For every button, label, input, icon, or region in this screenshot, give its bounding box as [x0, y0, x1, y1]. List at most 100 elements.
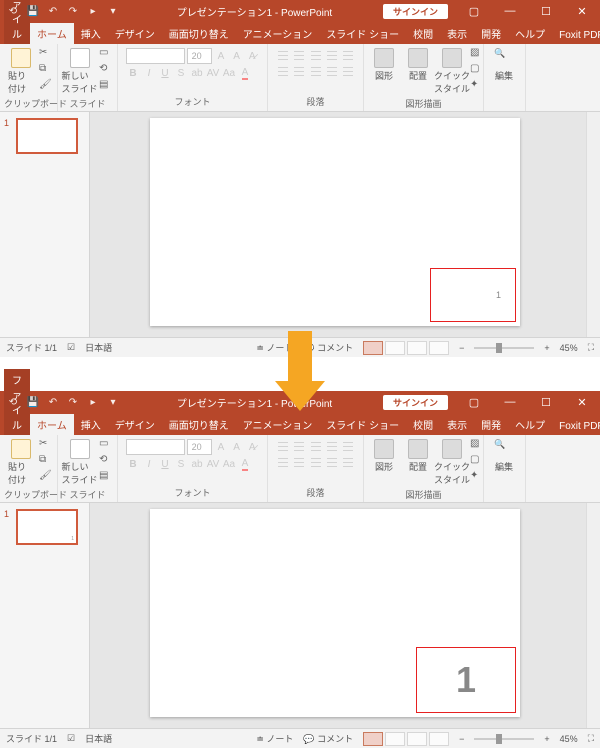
tab-animations[interactable]: アニメーション — [236, 414, 320, 435]
slide-canvas[interactable]: 1 — [90, 503, 586, 728]
tab-slideshow[interactable]: スライド ショー — [319, 23, 406, 44]
slide-canvas[interactable]: 1 — [90, 112, 586, 337]
reading-view-button[interactable] — [407, 732, 427, 746]
minimize-button[interactable]: — — [492, 0, 528, 22]
reading-view-button[interactable] — [407, 341, 427, 355]
spellcheck-icon[interactable]: ☑ — [67, 342, 75, 353]
linespace-icon[interactable] — [341, 439, 355, 453]
tab-animations[interactable]: アニメーション — [236, 23, 320, 44]
layout-icon[interactable]: ▭ — [99, 47, 113, 61]
align-left-icon[interactable] — [276, 64, 290, 78]
new-slide-button[interactable]: 新しい スライド — [62, 46, 97, 97]
align-left-icon[interactable] — [276, 455, 290, 469]
paste-button[interactable]: 貼り付け — [4, 46, 37, 97]
columns-icon[interactable] — [341, 64, 355, 78]
arrange-button[interactable]: 配置 — [402, 46, 434, 84]
zoom-in-button[interactable]: + — [544, 734, 549, 744]
shape-effects-icon[interactable]: ✦ — [470, 79, 484, 93]
normal-view-button[interactable] — [363, 732, 383, 746]
zoom-level[interactable]: 45% — [560, 343, 578, 353]
close-button[interactable]: ✕ — [564, 0, 600, 22]
bullets-icon[interactable] — [276, 48, 290, 62]
shape-fill-icon[interactable]: ▨ — [470, 438, 484, 452]
cut-icon[interactable]: ✂ — [39, 438, 53, 452]
tab-design[interactable]: デザイン — [108, 23, 162, 44]
notes-button[interactable]: ≐ ノート — [256, 732, 293, 745]
align-center-icon[interactable] — [292, 64, 306, 78]
cut-icon[interactable]: ✂ — [39, 47, 53, 61]
slide-thumbnail[interactable]: 1 1 — [4, 509, 85, 545]
fit-window-button[interactable]: ⛶ — [588, 733, 594, 744]
shadow-button[interactable]: ab — [190, 457, 204, 471]
normal-view-button[interactable] — [363, 341, 383, 355]
spacing-button[interactable]: AV — [206, 457, 220, 471]
font-color-button[interactable]: A — [238, 457, 252, 471]
bold-button[interactable]: B — [126, 457, 140, 471]
editing-button[interactable]: 🔍編集 — [488, 46, 520, 84]
maximize-button[interactable]: ☐ — [528, 0, 564, 22]
underline-button[interactable]: U — [158, 457, 172, 471]
linespace-icon[interactable] — [341, 48, 355, 62]
shrink-font-icon[interactable]: A — [230, 440, 244, 454]
grow-font-icon[interactable]: A — [214, 49, 228, 63]
layout-icon[interactable]: ▭ — [99, 438, 113, 452]
indent-dec-icon[interactable] — [308, 439, 322, 453]
copy-icon[interactable]: ⧉ — [39, 454, 53, 468]
tab-view[interactable]: 表示 — [440, 414, 474, 435]
new-slide-button[interactable]: 新しい スライド — [62, 437, 97, 488]
minimize-button[interactable]: — — [492, 391, 528, 413]
save-icon[interactable]: 💾 — [26, 4, 40, 18]
reset-icon[interactable]: ⟲ — [99, 454, 113, 468]
bold-button[interactable]: B — [126, 66, 140, 80]
thumbnail-pane[interactable]: 1 1 — [0, 503, 90, 728]
indent-dec-icon[interactable] — [308, 48, 322, 62]
editing-button[interactable]: 🔍編集 — [488, 437, 520, 475]
zoom-in-button[interactable]: + — [544, 343, 549, 353]
shapes-button[interactable]: 図形 — [368, 437, 400, 475]
qat-dropdown-icon[interactable]: ▾ — [106, 395, 120, 409]
italic-button[interactable]: I — [142, 457, 156, 471]
case-button[interactable]: Aa — [222, 457, 236, 471]
tab-design[interactable]: デザイン — [108, 414, 162, 435]
numbering-icon[interactable] — [292, 48, 306, 62]
grow-font-icon[interactable]: A — [214, 440, 228, 454]
tab-help[interactable]: ヘルプ — [508, 23, 552, 44]
slide[interactable]: 1 — [150, 509, 520, 717]
arrange-button[interactable]: 配置 — [402, 437, 434, 475]
maximize-button[interactable]: ☐ — [528, 391, 564, 413]
undo-icon[interactable]: ↶ — [46, 395, 60, 409]
tab-transitions[interactable]: 画面切り替え — [162, 23, 236, 44]
tab-foxit[interactable]: Foxit PDF — [552, 27, 600, 44]
vertical-scrollbar[interactable] — [586, 112, 600, 337]
shape-fill-icon[interactable]: ▨ — [470, 47, 484, 61]
tab-foxit[interactable]: Foxit PDF — [552, 418, 600, 435]
language-status[interactable]: 日本語 — [85, 341, 112, 354]
redo-icon[interactable]: ↷ — [66, 395, 80, 409]
tab-review[interactable]: 校閲 — [406, 23, 440, 44]
tab-home[interactable]: ホーム — [30, 414, 74, 435]
reset-icon[interactable]: ⟲ — [99, 63, 113, 77]
clear-format-icon[interactable]: A̷ — [245, 49, 259, 63]
tab-slideshow[interactable]: スライド ショー — [319, 414, 406, 435]
font-size-input[interactable]: 20 — [187, 439, 213, 455]
copy-icon[interactable]: ⧉ — [39, 63, 53, 77]
font-family-input[interactable] — [126, 439, 185, 455]
font-family-input[interactable] — [126, 48, 185, 64]
save-icon[interactable]: 💾 — [26, 395, 40, 409]
section-icon[interactable]: ▤ — [99, 79, 113, 93]
format-painter-icon[interactable]: 🖌 — [39, 470, 53, 484]
tab-review[interactable]: 校閲 — [406, 414, 440, 435]
tab-transitions[interactable]: 画面切り替え — [162, 414, 236, 435]
ribbon-options-icon[interactable]: ▢ — [456, 391, 492, 413]
signin-button[interactable]: サインイン — [383, 4, 448, 19]
shadow-button[interactable]: ab — [190, 66, 204, 80]
fit-window-button[interactable]: ⛶ — [588, 342, 594, 353]
justify-icon[interactable] — [325, 455, 339, 469]
autosave-icon[interactable]: ⟲ — [6, 395, 20, 409]
spacing-button[interactable]: AV — [206, 66, 220, 80]
strike-button[interactable]: S — [174, 66, 188, 80]
zoom-slider[interactable] — [474, 738, 534, 740]
section-icon[interactable]: ▤ — [99, 470, 113, 484]
font-size-input[interactable]: 20 — [187, 48, 213, 64]
shape-outline-icon[interactable]: ▢ — [470, 454, 484, 468]
